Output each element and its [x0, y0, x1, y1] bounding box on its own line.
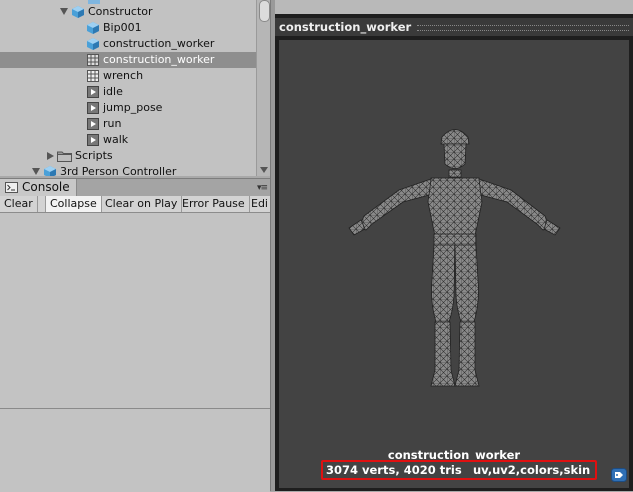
- prefab-cube-icon: [87, 38, 99, 50]
- tree-row-jump-pose[interactable]: jump_pose: [0, 100, 256, 116]
- drag-grip[interactable]: [417, 25, 629, 31]
- animation-clip-icon: [87, 86, 99, 98]
- console-detail-area[interactable]: [0, 408, 270, 492]
- inspector-strip: [275, 0, 633, 14]
- mesh-stats-highlight: 3074 verts, 4020 tris uv,uv2,colors,skin: [321, 460, 597, 480]
- tree-item-label: run: [103, 117, 122, 130]
- tree-row-bip001[interactable]: Bip001: [0, 20, 256, 36]
- tree-row-walk[interactable]: walk: [0, 132, 256, 148]
- tree-row-run[interactable]: run: [0, 116, 256, 132]
- console-tab-bar: Console ▾≡: [0, 178, 270, 196]
- console-toolbar: Clear Collapse Clear on Play Error Pause…: [0, 196, 270, 213]
- chevron-down-icon[interactable]: [60, 8, 68, 15]
- prefab-cube-icon: [44, 166, 56, 176]
- scroll-down-arrow-icon[interactable]: [260, 167, 268, 173]
- collapse-toggle[interactable]: Collapse: [45, 196, 102, 212]
- tree-row-construction-worker-prefab[interactable]: construction_worker: [0, 36, 256, 52]
- tree-item-label: Constructor: [88, 5, 153, 18]
- error-pause-toggle[interactable]: Error Pause: [178, 196, 250, 212]
- chevron-right-icon[interactable]: [47, 152, 54, 160]
- preview-title: construction_worker: [279, 20, 412, 34]
- mesh-grid-icon: [87, 70, 99, 82]
- panel-menu-icon[interactable]: ▾≡: [257, 183, 268, 193]
- console-log-list[interactable]: [0, 213, 270, 408]
- preview-header[interactable]: construction_worker: [275, 18, 633, 36]
- folder-icon: [57, 151, 72, 162]
- animation-clip-icon: [87, 134, 99, 146]
- prefab-cube-icon: [87, 22, 99, 34]
- tree-item-label: construction_worker: [103, 53, 215, 66]
- mesh-channels: uv,uv2,colors,skin: [473, 463, 591, 477]
- tab-console[interactable]: Console: [0, 179, 77, 196]
- prefab-cube-icon: [72, 6, 84, 18]
- character-mesh-wireframe: [348, 129, 561, 387]
- tree-item-label: jump_pose: [103, 101, 163, 114]
- mesh-preview-viewport[interactable]: construction_worker 3074 verts, 4020 tri…: [279, 40, 629, 488]
- chevron-down-icon[interactable]: [32, 168, 40, 175]
- tree-row-idle[interactable]: idle: [0, 84, 256, 100]
- scrollbar-thumb[interactable]: [259, 0, 270, 22]
- verts-tris-count: 3074 verts, 4020 tris: [326, 463, 462, 477]
- tree-row-construction-worker-mesh[interactable]: construction_worker: [0, 52, 256, 68]
- asset-label-tag-icon[interactable]: [611, 468, 627, 482]
- tree-row-scripts[interactable]: Scripts: [0, 148, 256, 164]
- tree-row-constructor[interactable]: Constructor: [0, 4, 256, 20]
- preview-panel: construction_worker construction_worker …: [275, 14, 633, 491]
- editor-dropdown[interactable]: Edi: [247, 196, 270, 212]
- tree-item-label: walk: [103, 133, 129, 146]
- tree-item-label: Scripts: [75, 149, 113, 162]
- tree-item-label: construction_worker: [103, 37, 215, 50]
- tree-item-label: 3rd Person Controller: [60, 165, 177, 176]
- clear-on-play-toggle[interactable]: Clear on Play: [101, 196, 183, 212]
- clear-button[interactable]: Clear: [0, 196, 38, 212]
- animation-clip-icon: [87, 118, 99, 130]
- animation-clip-icon: [87, 102, 99, 114]
- tree-row-wrench[interactable]: wrench: [0, 68, 256, 84]
- tree-scrollbar[interactable]: [256, 0, 271, 176]
- tree-item-label: wrench: [103, 69, 144, 82]
- project-tree: Constructor Bip001 construction_worker c…: [0, 0, 256, 176]
- tree-item-label: idle: [103, 85, 123, 98]
- mesh-grid-icon: [87, 54, 99, 66]
- tree-item-label: Bip001: [103, 21, 142, 34]
- tree-row-3rd-person-controller[interactable]: 3rd Person Controller: [0, 164, 256, 176]
- tab-console-label: Console: [22, 180, 70, 194]
- console-icon: [5, 182, 18, 193]
